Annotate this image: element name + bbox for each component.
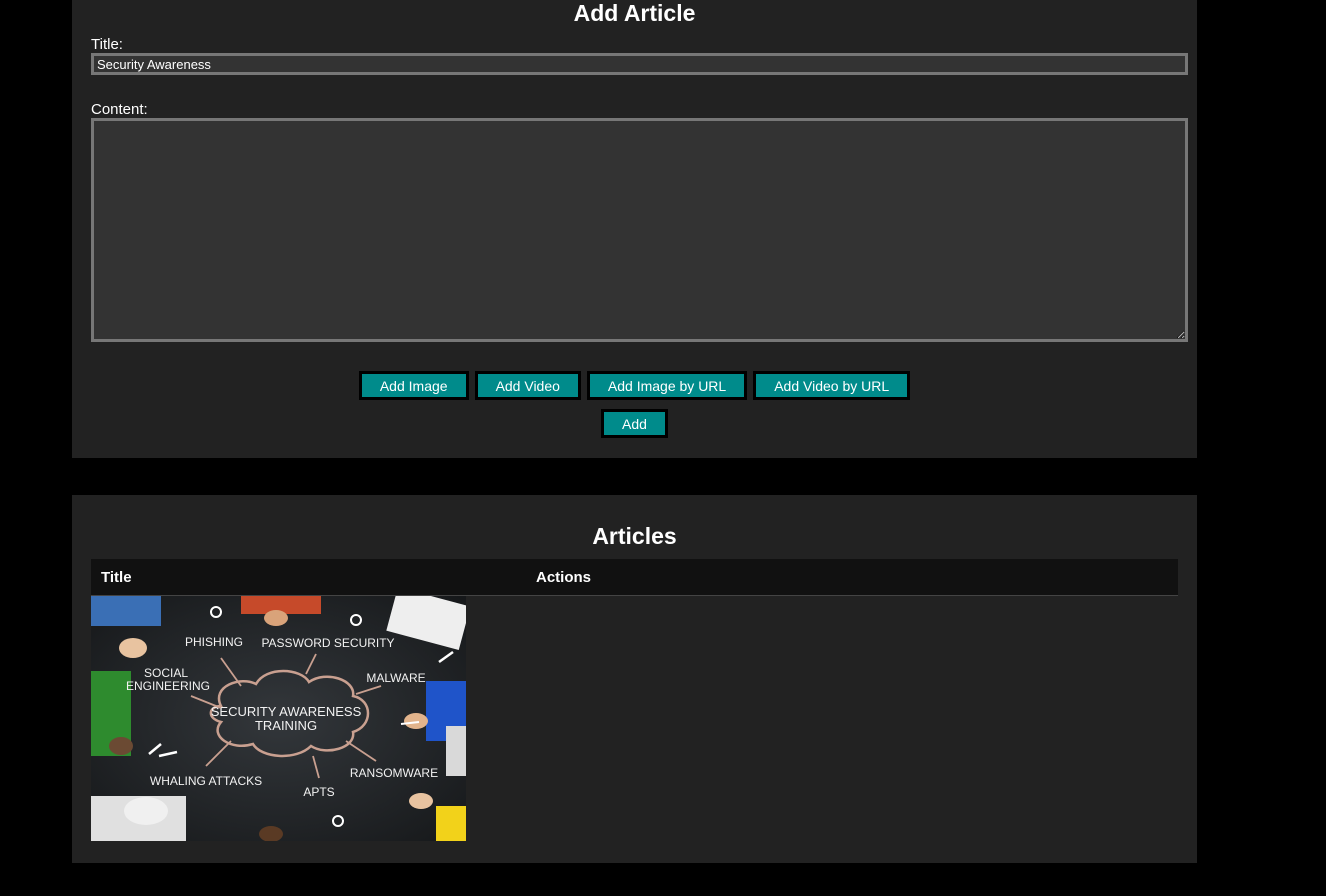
- add-video-by-url-button[interactable]: Add Video by URL: [753, 371, 911, 400]
- table-row: SECURITY AWARENESS TRAINING PHISHING PAS…: [91, 596, 1178, 841]
- thumb-text-apts: APTS: [303, 785, 334, 799]
- media-button-row: Add Image Add Video Add Image by URL Add…: [72, 371, 1197, 400]
- title-input[interactable]: [91, 53, 1188, 75]
- articles-heading: Articles: [592, 523, 677, 549]
- content-textarea[interactable]: [91, 118, 1188, 342]
- content-label: Content:: [91, 101, 148, 118]
- title-label: Title:: [91, 36, 123, 53]
- thumb-text-social-1: SOCIAL: [144, 666, 188, 680]
- thumb-text-malware: MALWARE: [366, 671, 425, 685]
- thumb-text-center-1: SECURITY AWARENESS: [211, 704, 362, 719]
- articles-panel: Articles Title Actions SECURITY AWARENES…: [72, 495, 1197, 863]
- table-header-row: Title Actions: [91, 559, 1178, 596]
- thumb-text-password: PASSWORD SECURITY: [261, 636, 394, 650]
- thumb-text-social-2: ENGINEERING: [126, 679, 210, 693]
- thumb-text-center-2: TRAINING: [255, 718, 317, 733]
- article-thumbnail-image: SECURITY AWARENESS TRAINING PHISHING PAS…: [91, 596, 466, 841]
- add-image-button[interactable]: Add Image: [358, 371, 469, 400]
- add-image-by-url-button[interactable]: Add Image by URL: [586, 371, 748, 400]
- submit-row: Add: [72, 409, 1197, 438]
- thumb-text-phishing: PHISHING: [185, 635, 243, 649]
- add-article-button[interactable]: Add: [601, 409, 668, 438]
- thumb-text-whaling: WHALING ATTACKS: [150, 774, 262, 788]
- article-title-cell: SECURITY AWARENESS TRAINING PHISHING PAS…: [91, 596, 1178, 841]
- add-article-panel: Add Article Title: Content: Add Image Ad…: [72, 0, 1197, 458]
- articles-table: Title Actions SECURITY AWARENESS TRAININ…: [91, 559, 1178, 841]
- add-article-heading: Add Article: [573, 0, 696, 26]
- thumb-text-ransomware: RANSOMWARE: [350, 766, 438, 780]
- add-video-button[interactable]: Add Video: [474, 371, 581, 400]
- column-header-title: Title: [91, 559, 526, 596]
- column-header-actions: Actions: [526, 559, 1178, 596]
